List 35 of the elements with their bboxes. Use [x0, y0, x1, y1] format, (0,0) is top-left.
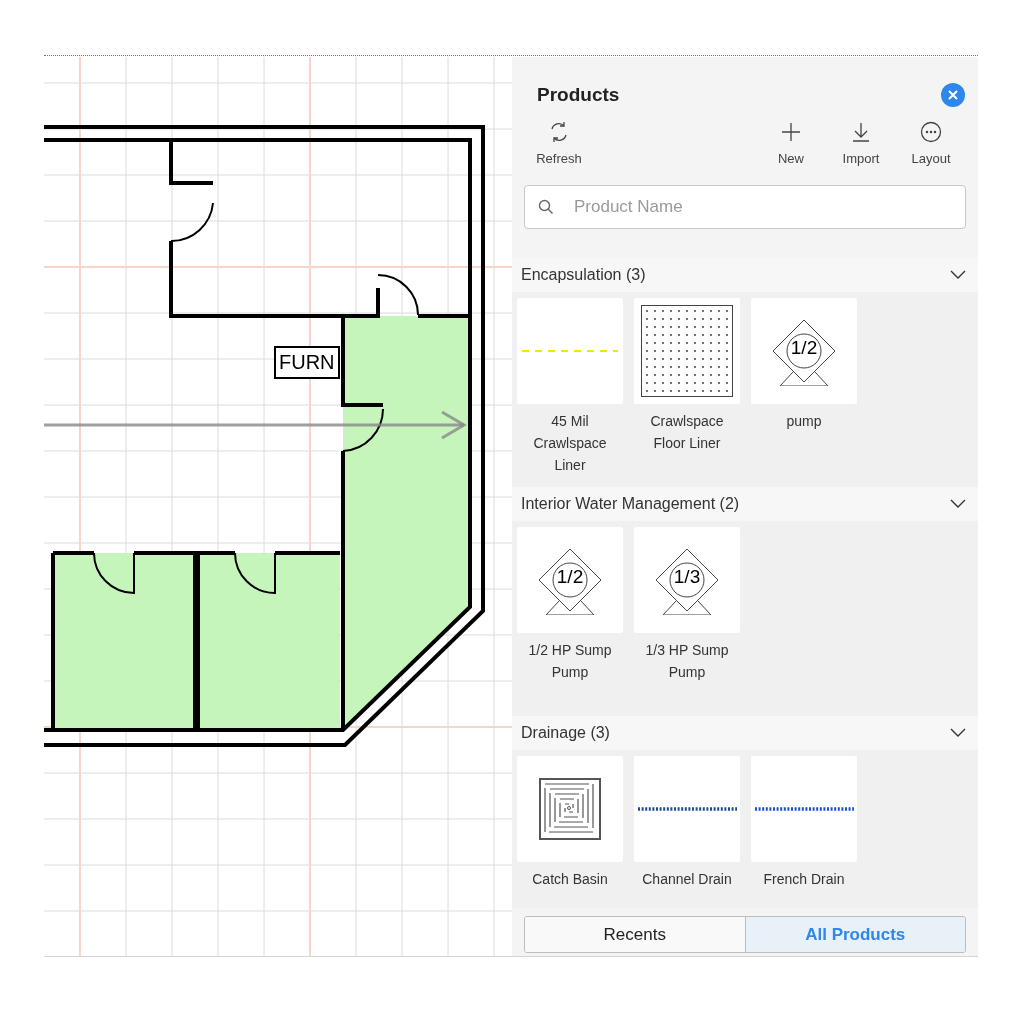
- close-icon: [948, 90, 958, 100]
- product-label: 1/3 HP Sump Pump: [644, 641, 730, 682]
- product-tile[interactable]: [517, 756, 623, 862]
- product-label: 1/2 HP Sump Pump: [527, 641, 613, 682]
- product-label: 45 Mil Crawlspace Liner: [532, 412, 608, 475]
- product-label: Crawlspace Floor Liner: [649, 412, 725, 453]
- pump-rating: 1/3: [673, 564, 701, 589]
- product-tile[interactable]: [751, 756, 857, 862]
- import-icon: [850, 121, 872, 143]
- layout-icon: [920, 121, 942, 143]
- import-button[interactable]: Import: [826, 121, 896, 169]
- refresh-button[interactable]: Refresh: [524, 121, 594, 169]
- search-icon: [538, 199, 554, 215]
- new-icon: [780, 121, 802, 143]
- product-tile[interactable]: [517, 298, 623, 404]
- product-tile[interactable]: [634, 298, 740, 404]
- tab[interactable]: Recents: [525, 917, 745, 952]
- new-button[interactable]: New: [756, 121, 826, 169]
- dot-pattern-icon: [641, 305, 733, 397]
- product-label: Catch Basin: [531, 870, 609, 889]
- search-field[interactable]: Product Name: [524, 185, 966, 229]
- pump-rating: 1/2: [556, 564, 584, 589]
- product-tile[interactable]: 1/2: [751, 298, 857, 404]
- room-label: FURN: [274, 346, 340, 379]
- pump-rating: 1/2: [790, 335, 818, 360]
- product-tile[interactable]: 1/3: [634, 527, 740, 633]
- panel-title: Products: [537, 82, 620, 107]
- grate-icon: [539, 778, 601, 840]
- layout-button[interactable]: Layout: [896, 121, 966, 169]
- product-tile[interactable]: [634, 756, 740, 862]
- product-tile[interactable]: 1/2: [517, 527, 623, 633]
- product-label: French Drain: [762, 870, 846, 889]
- product-label: Channel Drain: [641, 870, 733, 889]
- close-button[interactable]: [941, 83, 965, 107]
- product-label: pump: [785, 412, 823, 431]
